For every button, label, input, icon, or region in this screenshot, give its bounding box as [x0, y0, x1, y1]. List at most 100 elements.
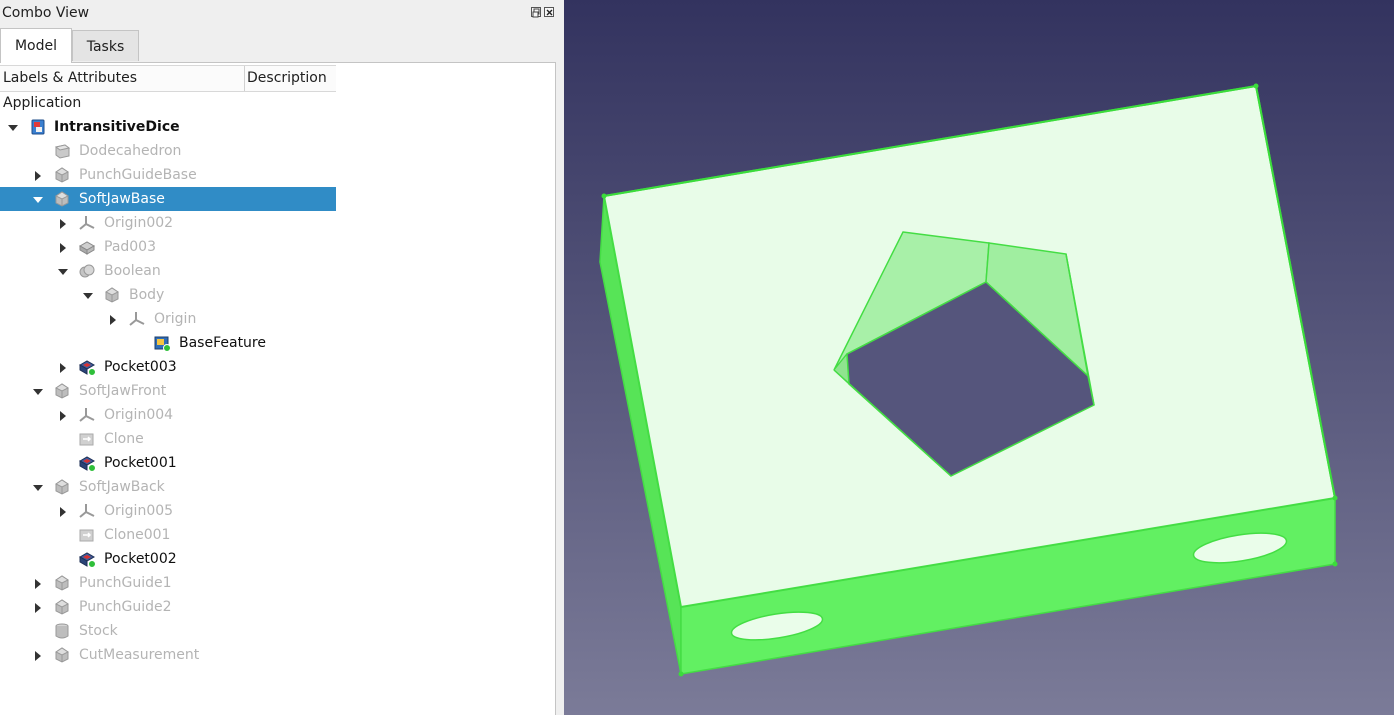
tree-item[interactable]: Clone001 [0, 523, 336, 547]
stock-icon [53, 622, 71, 640]
tree-item[interactable]: Stock [0, 619, 336, 643]
boolean-icon [78, 262, 96, 280]
pocket-icon [78, 358, 96, 376]
tree-header: Labels & Attributes Description [0, 65, 336, 92]
origin-icon [128, 310, 146, 328]
part-icon [53, 142, 71, 160]
expand-arrow-icon[interactable] [33, 193, 43, 203]
tree-item-label: Pocket003 [104, 359, 177, 375]
tree-item[interactable]: Clone [0, 427, 336, 451]
column-header-labels[interactable]: Labels & Attributes [3, 66, 137, 91]
combo-view-panel: Combo View Model Tasks Labels & Attribut… [0, 0, 560, 715]
collapse-arrow-icon[interactable] [58, 217, 68, 229]
origin-icon [78, 406, 96, 424]
tree-item-label: CutMeasurement [79, 647, 200, 663]
clone-icon [78, 430, 96, 448]
float-panel-button[interactable] [531, 7, 541, 18]
panel-title: Combo View [2, 5, 90, 21]
pocket-icon [78, 550, 96, 568]
tree-item-label: Clone001 [104, 527, 171, 543]
body-icon [53, 382, 71, 400]
tree-item-label: BaseFeature [179, 335, 266, 351]
tree-item[interactable]: Origin [0, 307, 336, 331]
tree-item[interactable]: Pocket002 [0, 547, 336, 571]
expand-arrow-icon[interactable] [58, 265, 68, 275]
tab-tasks[interactable]: Tasks [72, 30, 139, 61]
tree-item[interactable]: SoftJawBack [0, 475, 336, 499]
tree-item[interactable]: Origin002 [0, 211, 336, 235]
tree-item-label: Boolean [104, 263, 161, 279]
collapse-arrow-icon[interactable] [33, 601, 43, 613]
tree-item[interactable]: CutMeasurement [0, 643, 336, 667]
tree-item-label: Pad003 [104, 239, 157, 255]
collapse-arrow-icon[interactable] [58, 241, 68, 253]
model-tree[interactable]: Labels & Attributes Description Applicat… [0, 62, 556, 715]
tree-item[interactable]: IntransitiveDice [0, 115, 336, 139]
tree-item-label: Origin [154, 311, 197, 327]
tree-item[interactable]: PunchGuide1 [0, 571, 336, 595]
origin-icon [78, 502, 96, 520]
body-icon [53, 166, 71, 184]
tree-item[interactable]: Origin005 [0, 499, 336, 523]
tree-item[interactable]: Pocket001 [0, 451, 336, 475]
tree-item[interactable]: BaseFeature [0, 331, 336, 355]
tree-item-label: Origin004 [104, 407, 174, 423]
document-icon [29, 118, 47, 136]
expand-arrow-icon[interactable] [83, 289, 93, 299]
column-divider[interactable] [244, 66, 245, 91]
collapse-arrow-icon[interactable] [58, 505, 68, 517]
clone-icon [78, 526, 96, 544]
close-panel-button[interactable] [544, 7, 554, 17]
tree-item-label: Pocket001 [104, 455, 177, 471]
tree-item[interactable]: Pad003 [0, 235, 336, 259]
tab-model[interactable]: Model [0, 28, 72, 63]
tree-item-label: Stock [79, 623, 118, 639]
collapse-arrow-icon[interactable] [33, 577, 43, 589]
collapse-arrow-icon[interactable] [108, 313, 118, 325]
close-icon [546, 9, 553, 16]
tree-item[interactable]: Boolean [0, 259, 336, 283]
tree-item[interactable]: Pocket003 [0, 355, 336, 379]
tree-item-label: SoftJawFront [79, 383, 167, 399]
tree-item[interactable]: Body [0, 283, 336, 307]
tree-item-label: SoftJawBase [79, 191, 165, 207]
tree-item-label: Pocket002 [104, 551, 177, 567]
collapse-arrow-icon[interactable] [33, 649, 43, 661]
tree-item-label: IntransitiveDice [54, 119, 180, 135]
tree-root-application: Application [3, 95, 82, 111]
expand-arrow-icon[interactable] [33, 481, 43, 491]
tree-item-label: Dodecahedron [79, 143, 182, 159]
panel-splitter[interactable] [556, 0, 564, 715]
tree-item-label: Clone [104, 431, 144, 447]
tree-item-label: Origin005 [104, 503, 174, 519]
tree-item[interactable]: Origin004 [0, 403, 336, 427]
body-icon [53, 646, 71, 664]
tree-item-label: Body [129, 287, 165, 303]
tree-item-label: PunchGuide1 [79, 575, 172, 591]
body-icon [53, 598, 71, 616]
tab-bar: Model Tasks [0, 28, 560, 63]
float-icon [532, 8, 540, 18]
body-icon [53, 574, 71, 592]
tree-item[interactable]: Dodecahedron [0, 139, 336, 163]
part-render [599, 83, 1338, 677]
tree-item-label: SoftJawBack [79, 479, 165, 495]
column-header-description[interactable]: Description [247, 66, 327, 91]
tree-item-label: PunchGuideBase [79, 167, 197, 183]
3d-viewport[interactable] [564, 0, 1394, 715]
body-icon [53, 190, 71, 208]
expand-arrow-icon[interactable] [33, 385, 43, 395]
tree-item-label: PunchGuide2 [79, 599, 172, 615]
collapse-arrow-icon[interactable] [33, 169, 43, 181]
body-icon [103, 286, 121, 304]
expand-arrow-icon[interactable] [8, 121, 18, 131]
tree-item[interactable]: SoftJawFront [0, 379, 336, 403]
origin-icon [78, 214, 96, 232]
collapse-arrow-icon[interactable] [58, 409, 68, 421]
collapse-arrow-icon[interactable] [58, 361, 68, 373]
tree-item[interactable]: PunchGuideBase [0, 163, 336, 187]
tree-item-label: Origin002 [104, 215, 174, 231]
tree-item[interactable]: PunchGuide2 [0, 595, 336, 619]
tree-item[interactable]: SoftJawBase [0, 187, 336, 211]
base-feature-icon [153, 334, 171, 352]
